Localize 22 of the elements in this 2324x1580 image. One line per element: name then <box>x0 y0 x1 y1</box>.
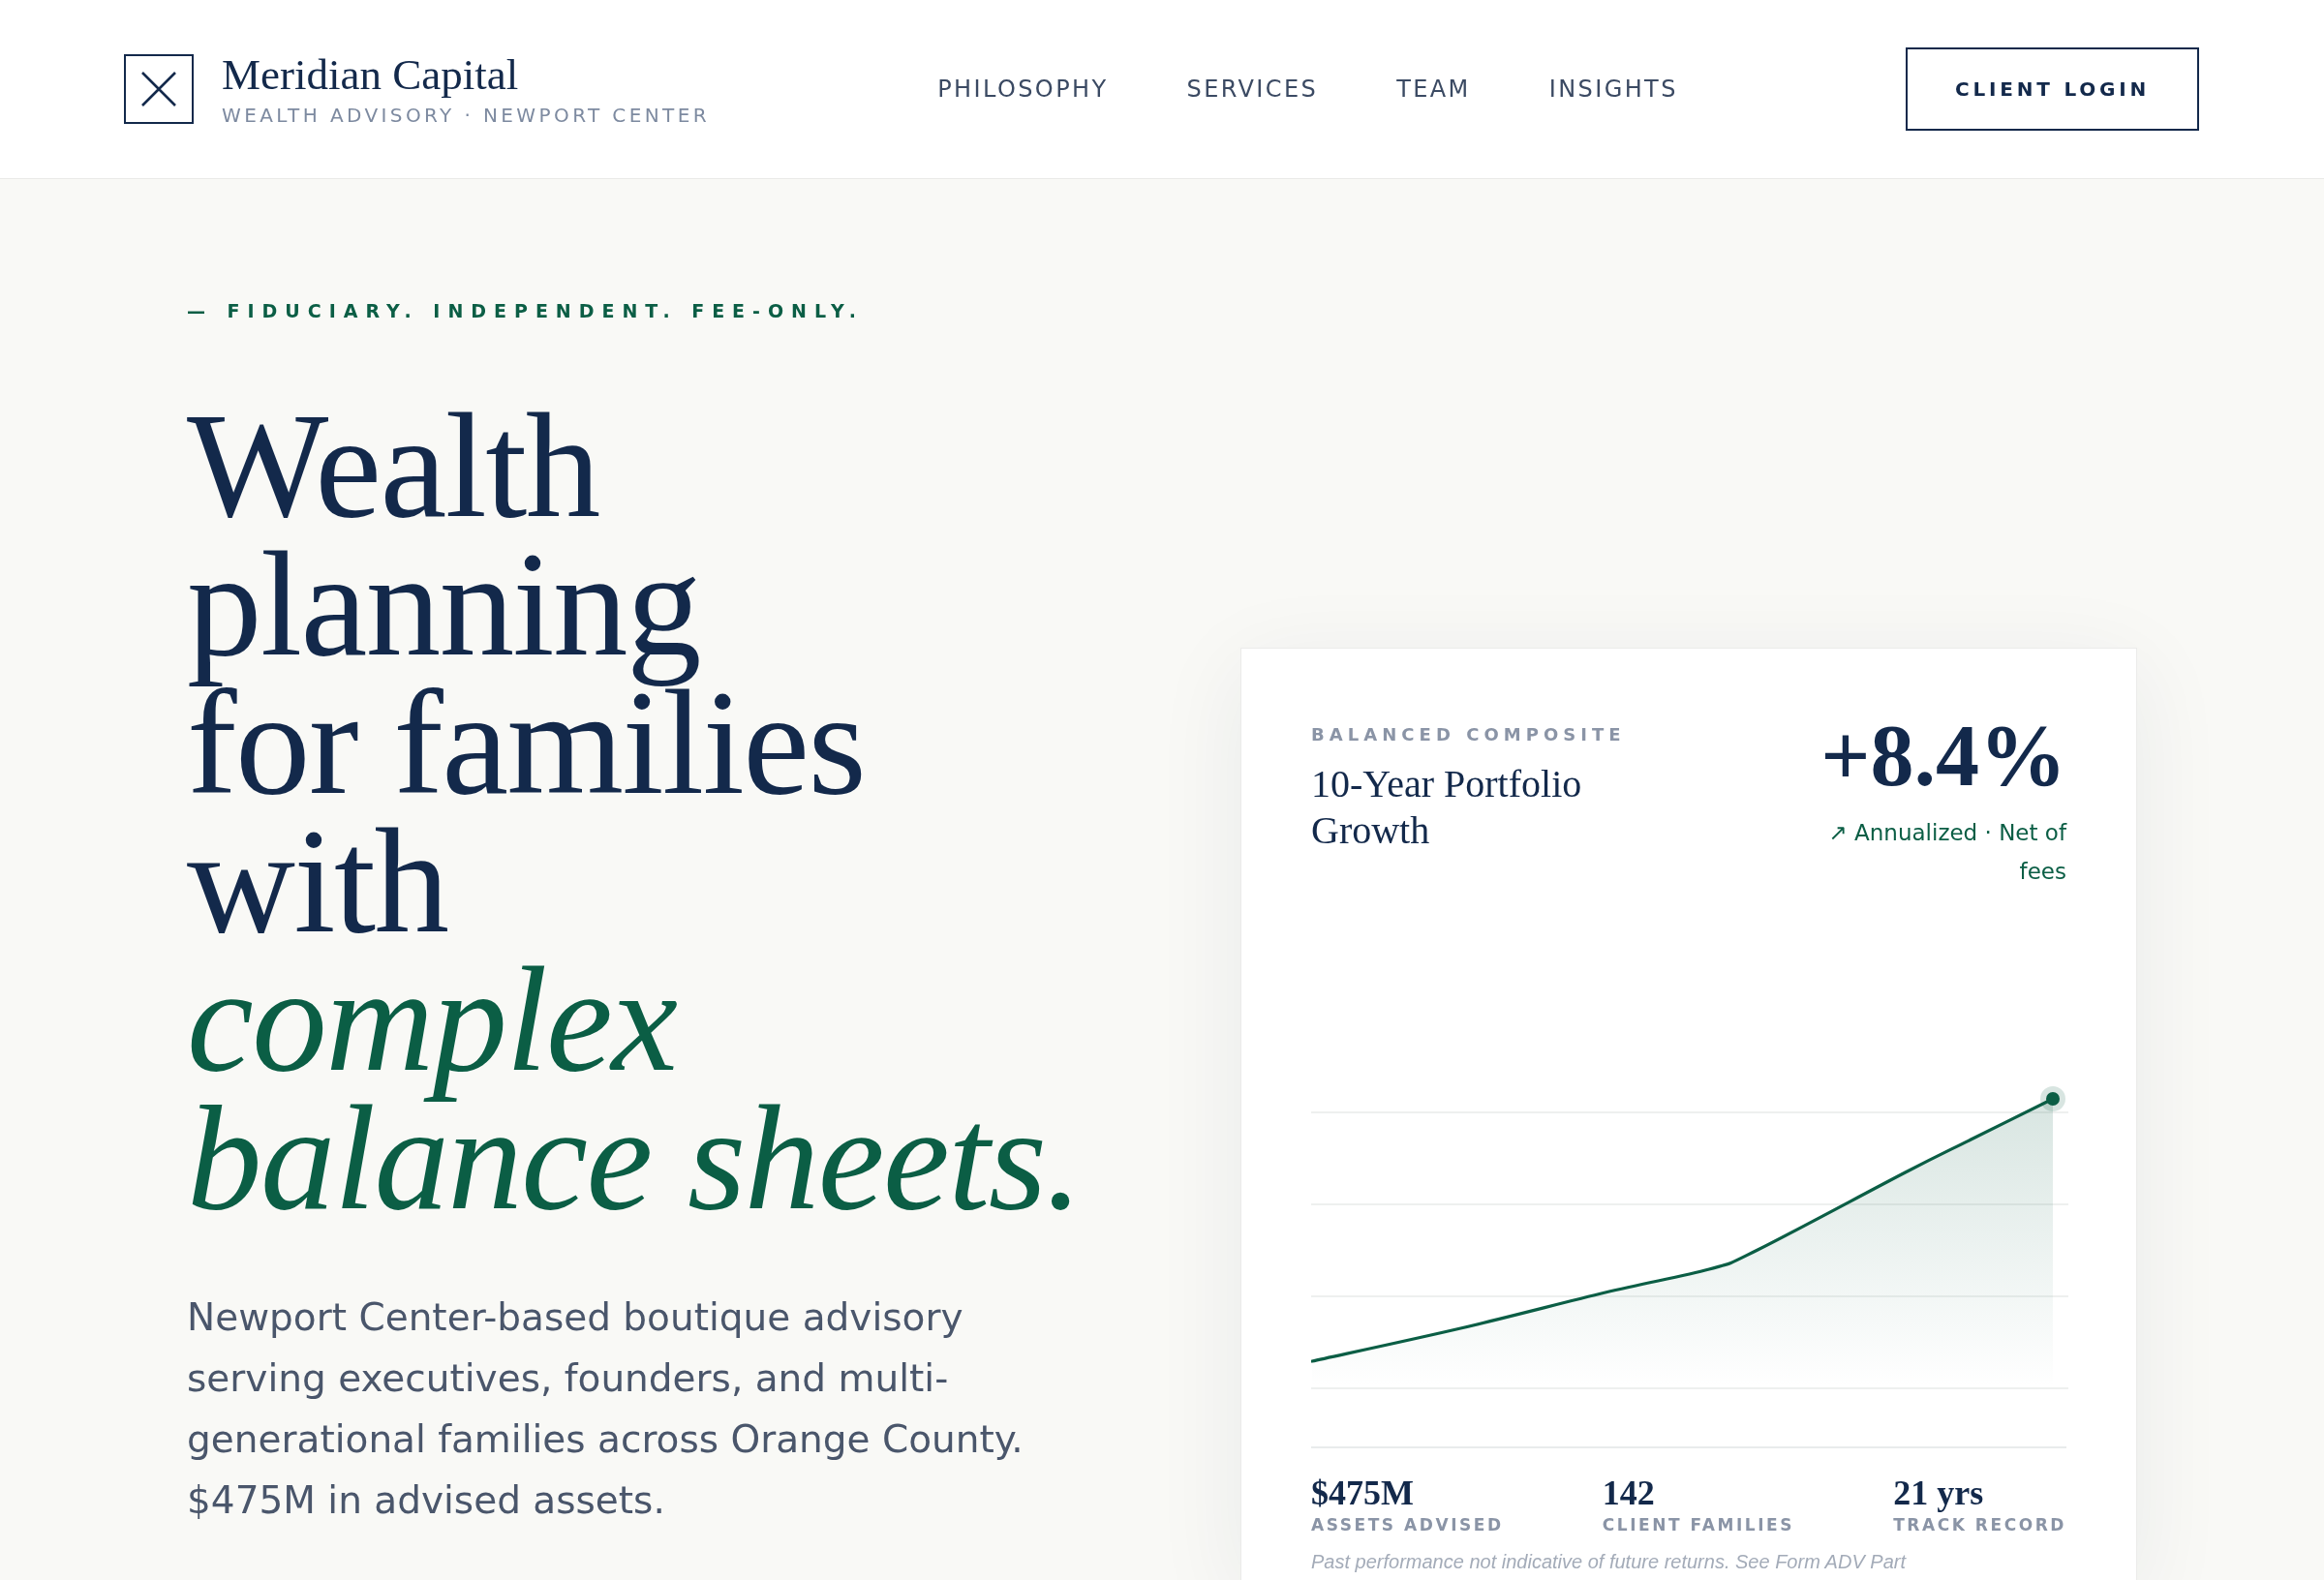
card-eyebrow: BALANCED COMPOSITE <box>1311 724 1627 745</box>
stat-value: $475M <box>1311 1474 1415 1512</box>
stat-value: 142 <box>1602 1474 1656 1512</box>
stat-label: TRACK RECORD <box>1893 1514 2066 1535</box>
nav-link[interactable]: PHILOSOPHY <box>937 72 1109 106</box>
nav-link[interactable]: SERVICES <box>1186 72 1319 106</box>
stat-label: CLIENT FAMILIES <box>1602 1514 1795 1535</box>
brand-tagline: WEALTH ADVISORY · NEWPORT CENTER <box>222 103 711 127</box>
stat-label: ASSETS ADVISED <box>1311 1514 1504 1535</box>
client-login-button[interactable]: CLIENT LOGIN <box>1906 47 2199 131</box>
stat-value: 21 yrs <box>1893 1474 1985 1512</box>
brand-name: Meridian Capital <box>222 51 520 100</box>
hero-eyebrow: — FIDUCIARY. INDEPENDENT. FEE-ONLY. <box>187 299 865 322</box>
cross-square-logo-icon <box>124 54 194 124</box>
return-note: ↗ Annualized · Net of fees <box>1827 819 2066 886</box>
card-title: 10-Year Portfolio Growth <box>1311 761 1583 854</box>
hero-intro-text: Newport Center-based boutique advisory serving executives, founders, and multi-generational families across Orange County. $475M in advised assets. <box>187 1294 1024 1524</box>
disclaimer-text: Past performance not indicative of future returns. See Form ADV Part <box>1311 1550 1908 1574</box>
return-figure: +8.4% <box>1819 713 2066 800</box>
hero-headline: Wealth planning for families with complex balance sheets. <box>187 397 1083 1228</box>
nav-link[interactable]: TEAM <box>1396 72 1471 106</box>
nav-link[interactable]: INSIGHTS <box>1548 72 1678 106</box>
